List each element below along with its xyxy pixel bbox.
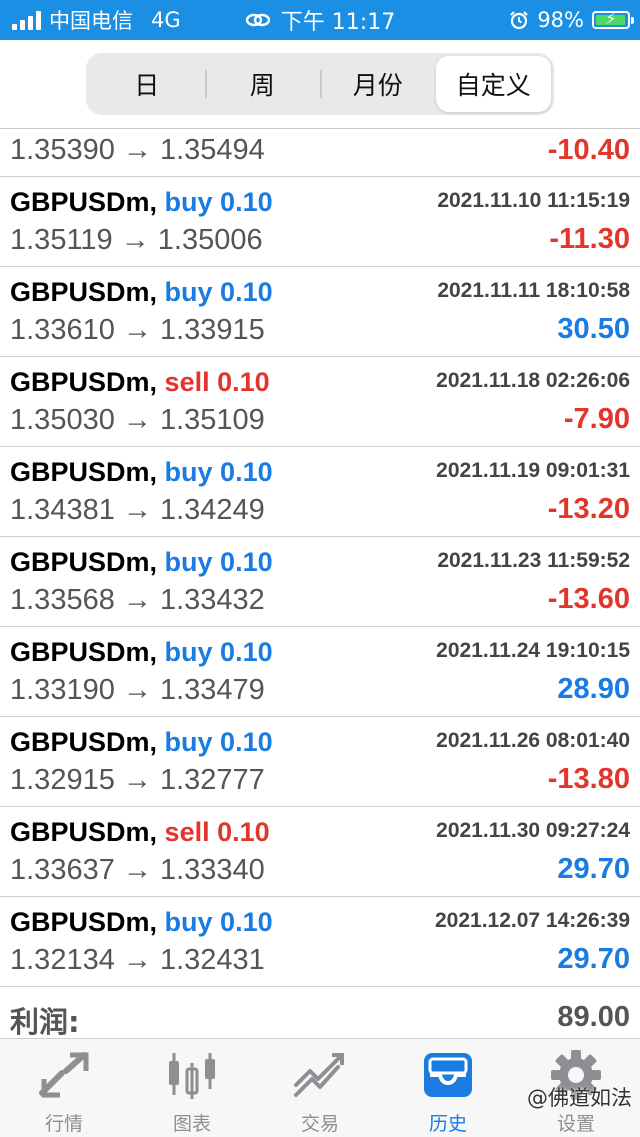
trade-symbol-line: GBPUSDm, sell 0.10 bbox=[10, 817, 270, 848]
quotes-arrows-icon bbox=[39, 1052, 89, 1098]
trade-profit: 30.50 bbox=[557, 313, 630, 345]
trade-symbol: GBPUSDm, bbox=[10, 637, 158, 667]
trade-profit: -7.90 bbox=[563, 403, 630, 435]
trade-symbol: GBPUSDm, bbox=[10, 457, 158, 487]
profit-label: 利润: bbox=[10, 1005, 80, 1039]
tab-month[interactable]: 月份 bbox=[320, 56, 436, 112]
trade-history-list: 1.35390 → 1.35494 -10.40 GBPUSDm, buy 0.… bbox=[0, 129, 640, 987]
profit-total-row: 利润: 89.00 bbox=[0, 991, 640, 1039]
trade-prices: 1.33190 → 1.33479 bbox=[10, 674, 265, 706]
nav-trade[interactable]: 交易 bbox=[256, 1039, 384, 1137]
trade-profit: 28.90 bbox=[557, 673, 630, 705]
table-row[interactable]: GBPUSDm, buy 0.10 2021.12.07 14:26:39 1.32… bbox=[0, 897, 640, 987]
trade-symbol-line: GBPUSDm, sell 0.10 bbox=[10, 367, 270, 398]
nav-label: 历史 bbox=[428, 1113, 467, 1135]
trade-profit: -13.20 bbox=[547, 493, 630, 525]
trade-side: buy 0.10 bbox=[164, 727, 273, 757]
tab-week[interactable]: 周 bbox=[204, 56, 321, 112]
trade-prices: 1.33568 → 1.33432 bbox=[10, 584, 265, 616]
table-row[interactable]: GBPUSDm, buy 0.10 2021.11.26 08:01:40 1.32… bbox=[0, 717, 640, 807]
trade-prices: 1.33637 → 1.33340 bbox=[10, 854, 265, 886]
trade-prices: 1.35030 → 1.35109 bbox=[10, 404, 265, 436]
trade-profit: 29.70 bbox=[557, 853, 630, 885]
trade-symbol: GBPUSDm, bbox=[10, 277, 158, 307]
trade-side: buy 0.10 bbox=[164, 907, 273, 937]
chart-candles-icon bbox=[169, 1053, 215, 1099]
trade-symbol-line: GBPUSDm, buy 0.10 bbox=[10, 187, 273, 218]
table-row[interactable]: GBPUSDm, buy 0.10 2021.11.10 11:15:19 1.35… bbox=[0, 177, 640, 267]
nav-label: 图表 bbox=[172, 1113, 211, 1135]
status-bar: 中国电信 4G 下午 11:17 98% ⚡ bbox=[0, 0, 640, 40]
trade-prices: 1.35119 → 1.35006 bbox=[10, 224, 263, 256]
nav-quotes[interactable]: 行情 bbox=[0, 1039, 128, 1137]
trade-side: sell 0.10 bbox=[164, 367, 270, 397]
trade-prices: 1.33610 → 1.33915 bbox=[10, 314, 265, 346]
trade-side: buy 0.10 bbox=[164, 637, 273, 667]
trade-time: 2021.11.11 18:10:58 bbox=[437, 279, 630, 302]
trade-symbol-line: GBPUSDm, buy 0.10 bbox=[10, 907, 273, 938]
trade-time: 2021.11.24 19:10:15 bbox=[436, 639, 630, 662]
trade-symbol-line: GBPUSDm, buy 0.10 bbox=[10, 637, 273, 668]
nav-label: 行情 bbox=[44, 1113, 83, 1135]
table-row[interactable]: GBPUSDm, buy 0.10 2021.11.11 18:10:58 1.33… bbox=[0, 267, 640, 357]
tab-day[interactable]: 日 bbox=[89, 56, 205, 112]
alarm-icon bbox=[510, 11, 529, 30]
trade-symbol: GBPUSDm, bbox=[10, 727, 158, 757]
table-row[interactable]: GBPUSDm, buy 0.10 2021.11.23 11:59:52 1.33… bbox=[0, 537, 640, 627]
nav-label: 设置 bbox=[556, 1113, 595, 1135]
trade-time: 2021.11.30 09:27:24 bbox=[436, 819, 630, 842]
period-selector-bar: 日 周 月份 自定义 bbox=[0, 40, 640, 129]
trade-time: 2021.11.10 11:15:19 bbox=[437, 189, 630, 212]
trade-profit: 29.70 bbox=[557, 943, 630, 975]
trade-profit: -11.30 bbox=[549, 223, 630, 255]
tab-custom[interactable]: 自定义 bbox=[435, 56, 551, 112]
trade-symbol-line: GBPUSDm, buy 0.10 bbox=[10, 277, 273, 308]
trade-symbol-line: GBPUSDm, buy 0.10 bbox=[10, 547, 273, 578]
table-row[interactable]: GBPUSDm, buy 0.10 2021.11.19 09:01:31 1.34… bbox=[0, 447, 640, 537]
battery-percent: 98% bbox=[537, 8, 584, 32]
trade-symbol: GBPUSDm, bbox=[10, 547, 158, 577]
trade-time: 2021.11.23 11:59:52 bbox=[437, 549, 630, 572]
watermark: @佛道如法 bbox=[527, 1086, 632, 1110]
table-row[interactable]: GBPUSDm, buy 0.10 2021.11.24 19:10:15 1.33… bbox=[0, 627, 640, 717]
trade-time: 2021.11.26 08:01:40 bbox=[436, 729, 630, 752]
trade-prices: 1.34381 → 1.34249 bbox=[10, 494, 265, 526]
trade-time: 2021.11.18 02:26:06 bbox=[436, 369, 630, 392]
trade-side: sell 0.10 bbox=[164, 817, 270, 847]
status-right: 98% ⚡ bbox=[509, 0, 634, 40]
trade-side: buy 0.10 bbox=[164, 277, 273, 307]
trade-profit: -13.80 bbox=[547, 763, 630, 795]
trade-symbol: GBPUSDm, bbox=[10, 187, 158, 217]
trade-symbol-line: GBPUSDm, buy 0.10 bbox=[10, 727, 273, 758]
trade-symbol: GBPUSDm, bbox=[10, 817, 158, 847]
trade-prices: 1.35390 → 1.35494 bbox=[10, 134, 265, 166]
battery-icon: ⚡ bbox=[592, 9, 634, 29]
period-segmented-control: 日 周 月份 自定义 bbox=[86, 53, 554, 115]
trade-time: 2021.11.19 09:01:31 bbox=[436, 459, 630, 482]
table-row[interactable]: 1.35390 → 1.35494 -10.40 bbox=[0, 129, 640, 177]
nav-chart[interactable]: 图表 bbox=[128, 1039, 256, 1137]
trade-chart-icon bbox=[294, 1053, 344, 1097]
trade-symbol: GBPUSDm, bbox=[10, 367, 158, 397]
trade-side: buy 0.10 bbox=[164, 457, 273, 487]
trade-side: buy 0.10 bbox=[164, 187, 273, 217]
table-row[interactable]: GBPUSDm, sell 0.10 2021.11.18 02:26:06 1.3… bbox=[0, 357, 640, 447]
link-icon bbox=[245, 13, 270, 27]
trade-side: buy 0.10 bbox=[164, 547, 273, 577]
trade-prices: 1.32134 → 1.32431 bbox=[10, 944, 265, 976]
profit-total-value: 89.00 bbox=[557, 1001, 630, 1033]
trade-prices: 1.32915 → 1.32777 bbox=[10, 764, 265, 796]
table-row[interactable]: GBPUSDm, sell 0.10 2021.11.30 09:27:24 1.3… bbox=[0, 807, 640, 897]
trade-profit: -13.60 bbox=[547, 583, 630, 615]
history-inbox-icon bbox=[424, 1053, 472, 1097]
trade-symbol: GBPUSDm, bbox=[10, 907, 158, 937]
nav-history[interactable]: 历史 bbox=[384, 1039, 512, 1137]
trade-time: 2021.12.07 14:26:39 bbox=[435, 909, 630, 932]
nav-label: 交易 bbox=[300, 1113, 339, 1135]
clock: 下午 11:17 bbox=[280, 10, 396, 35]
trade-symbol-line: GBPUSDm, buy 0.10 bbox=[10, 457, 273, 488]
trade-profit: -10.40 bbox=[547, 134, 630, 166]
